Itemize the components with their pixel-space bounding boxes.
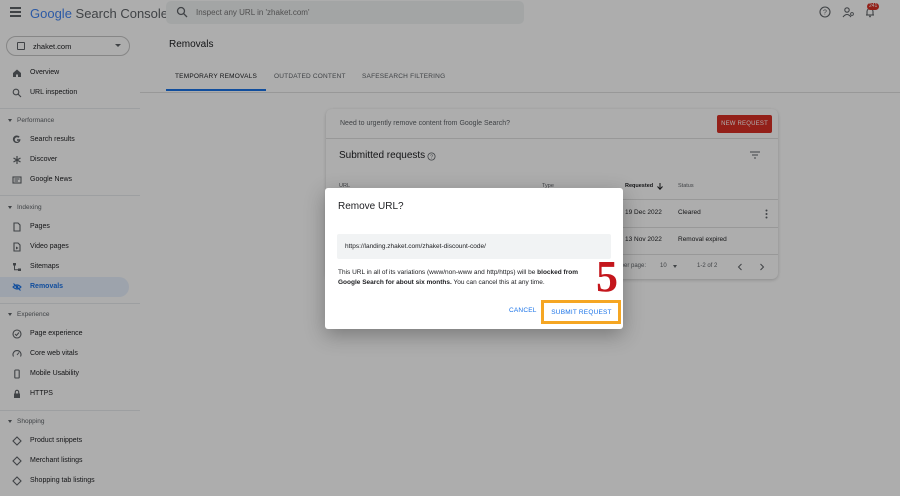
remove-url-dialog: Remove URL? This URL in all of its varia…: [325, 188, 623, 329]
cancel-button[interactable]: CANCEL: [509, 307, 537, 314]
description-text-end: You can cancel this at any time.: [451, 279, 545, 286]
submit-request-button[interactable]: SUBMIT REQUEST: [548, 306, 615, 318]
dialog-description: This URL in all of its variations (www/n…: [338, 268, 600, 288]
url-field[interactable]: [337, 234, 611, 259]
dialog-title: Remove URL?: [338, 201, 404, 212]
description-text: This URL in all of its variations (www/n…: [338, 269, 538, 276]
step-number-annotation: 5: [596, 252, 618, 301]
